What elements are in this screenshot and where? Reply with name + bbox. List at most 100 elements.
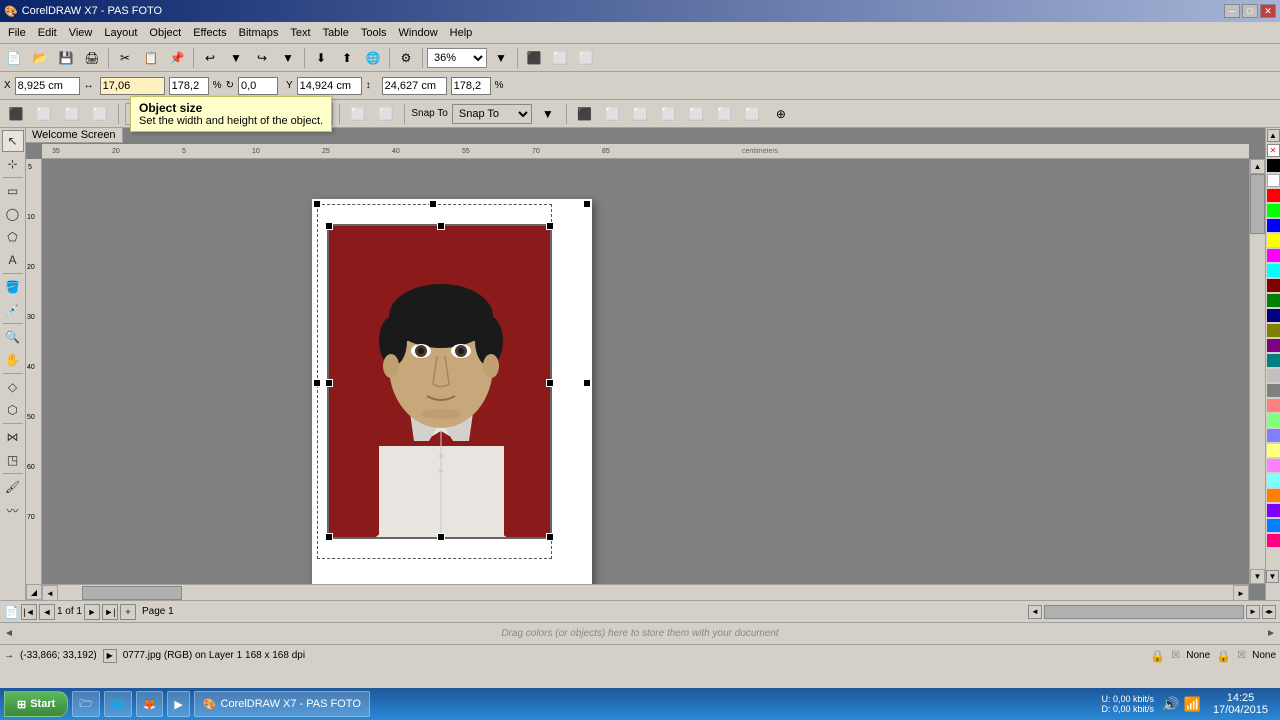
- expand-canvas-button[interactable]: ◢: [26, 584, 42, 600]
- angle-input[interactable]: [238, 77, 278, 95]
- swatch-red[interactable]: [1267, 189, 1280, 202]
- swatch-lightcyan[interactable]: [1267, 474, 1280, 487]
- color-drag-arrow[interactable]: ◄: [4, 628, 14, 639]
- publish-button[interactable]: 🌐: [361, 47, 385, 69]
- hscroll-expand[interactable]: ◂▸: [1262, 605, 1276, 619]
- taskbar-explorer[interactable]: 🗁: [72, 691, 100, 717]
- handle-bl[interactable]: [325, 533, 333, 541]
- bitmapbar-icon12[interactable]: ⬜: [713, 103, 737, 125]
- export-button[interactable]: ⬆: [335, 47, 359, 69]
- swatch-olive[interactable]: [1267, 324, 1280, 337]
- zoom-dropdown-arrow[interactable]: ▼: [489, 47, 513, 69]
- swatch-lightred[interactable]: [1267, 399, 1280, 412]
- maximize-button[interactable]: □: [1242, 4, 1258, 18]
- cut-button[interactable]: ✂: [113, 47, 137, 69]
- swatch-yellow[interactable]: [1267, 234, 1280, 247]
- y-input[interactable]: [297, 77, 362, 95]
- close-button[interactable]: ✕: [1260, 4, 1276, 18]
- contour-tool[interactable]: ⬡: [2, 399, 24, 421]
- bitmapbar-icon10[interactable]: ⬜: [657, 103, 681, 125]
- hscroll-right[interactable]: ►: [1246, 605, 1260, 619]
- scrollbar-bottom[interactable]: ◄ ►: [42, 584, 1249, 600]
- extrude-tool[interactable]: ◳: [2, 449, 24, 471]
- eyedropper-tool[interactable]: 💉: [2, 299, 24, 321]
- swatch-darkgreen[interactable]: [1267, 294, 1280, 307]
- menu-layout[interactable]: Layout: [98, 23, 143, 43]
- swatch-lightblue[interactable]: [1267, 429, 1280, 442]
- pan-tool[interactable]: ✋: [2, 349, 24, 371]
- add-page-button[interactable]: +: [120, 604, 136, 620]
- bitmap-icon2[interactable]: ⬜: [32, 103, 56, 125]
- print-button[interactable]: 🖨: [80, 47, 104, 69]
- handle-mr[interactable]: [546, 379, 554, 387]
- width-input[interactable]: [100, 77, 165, 95]
- width-percent-input[interactable]: [169, 77, 209, 95]
- menu-tools[interactable]: Tools: [355, 23, 393, 43]
- minimize-button[interactable]: ─: [1224, 4, 1240, 18]
- handle-br[interactable]: [546, 533, 554, 541]
- copy-button[interactable]: 📋: [139, 47, 163, 69]
- canvas-inner[interactable]: [42, 159, 1249, 584]
- swatch-lightmagenta[interactable]: [1267, 459, 1280, 472]
- menu-bitmaps[interactable]: Bitmaps: [233, 23, 285, 43]
- handle-mr-outer[interactable]: [583, 379, 591, 387]
- ellipse-tool[interactable]: ◯: [2, 203, 24, 225]
- prev-page-button[interactable]: ◄: [39, 604, 55, 620]
- hscroll-thumb[interactable]: [1044, 605, 1244, 619]
- redo-button[interactable]: ↪: [250, 47, 274, 69]
- select-tool[interactable]: ↖: [2, 130, 24, 152]
- swatch-gray[interactable]: [1267, 384, 1280, 397]
- handle-bc[interactable]: [437, 533, 445, 541]
- x-input[interactable]: [15, 77, 80, 95]
- menu-table[interactable]: Table: [317, 23, 355, 43]
- color-drag-arrow-right[interactable]: ►: [1266, 628, 1276, 639]
- open-button[interactable]: 📂: [28, 47, 52, 69]
- tb-icon3[interactable]: ⬜: [574, 47, 598, 69]
- menu-help[interactable]: Help: [444, 23, 479, 43]
- scroll-left-button[interactable]: ◄: [42, 585, 58, 600]
- new-button[interactable]: 📄: [2, 47, 26, 69]
- bitmapbar-icon7[interactable]: ⬛: [573, 103, 597, 125]
- swatch-black[interactable]: [1267, 159, 1280, 172]
- first-page-button[interactable]: |◄: [21, 604, 37, 620]
- handle-tr-outer[interactable]: [583, 200, 591, 208]
- swatch-orange[interactable]: [1267, 489, 1280, 502]
- welcome-screen-tab[interactable]: Welcome Screen: [26, 128, 123, 143]
- swatch-white[interactable]: [1267, 174, 1280, 187]
- menu-text[interactable]: Text: [284, 23, 316, 43]
- smear-tool[interactable]: 〰: [2, 499, 24, 521]
- bitmapbar-icon5[interactable]: ⬜: [346, 103, 370, 125]
- node-tool[interactable]: ◇: [2, 376, 24, 398]
- swatch-lightyellow[interactable]: [1267, 444, 1280, 457]
- handle-tr[interactable]: [546, 222, 554, 230]
- bitmapbar-icon13[interactable]: ⬜: [741, 103, 765, 125]
- expand-icon[interactable]: →: [4, 650, 14, 661]
- handle-tc[interactable]: [437, 222, 445, 230]
- undo-button[interactable]: ↩: [198, 47, 222, 69]
- last-page-button[interactable]: ►|: [102, 604, 118, 620]
- taskbar-browser[interactable]: 🌐: [104, 691, 132, 717]
- snap-dropdown-arrow[interactable]: ▼: [536, 103, 560, 125]
- volume-icon[interactable]: 🔊: [1162, 696, 1179, 713]
- next-page-button[interactable]: ►: [84, 604, 100, 620]
- swatch-violet[interactable]: [1267, 504, 1280, 517]
- height-input[interactable]: [382, 77, 447, 95]
- bitmap-icon1[interactable]: ⬛: [4, 103, 28, 125]
- handle-tl[interactable]: [325, 222, 333, 230]
- start-button[interactable]: ⊞ Start: [4, 691, 68, 717]
- handle-tl-outer[interactable]: [313, 200, 321, 208]
- swatch-hotpink[interactable]: [1267, 534, 1280, 547]
- swatch-skyblue[interactable]: [1267, 519, 1280, 532]
- taskbar-coreldraw-app[interactable]: 🎨 CorelDRAW X7 - PAS FOTO: [194, 691, 370, 717]
- bitmapbar-icon9[interactable]: ⬜: [629, 103, 653, 125]
- swatch-cyan[interactable]: [1267, 264, 1280, 277]
- scrollbar-right[interactable]: ▲ ▼: [1249, 159, 1265, 584]
- height-percent-input[interactable]: [451, 77, 491, 95]
- snap-dropdown[interactable]: Snap To Grid Guides: [452, 104, 532, 124]
- options-button[interactable]: ⚙: [394, 47, 418, 69]
- swatch-lightgreen[interactable]: [1267, 414, 1280, 427]
- zoom-dropdown[interactable]: 36% 50% 100%: [427, 48, 487, 68]
- swatch-blue[interactable]: [1267, 219, 1280, 232]
- palette-bottom-arrow[interactable]: ▼: [1266, 570, 1279, 583]
- bitmapbar-icon11[interactable]: ⬜: [685, 103, 709, 125]
